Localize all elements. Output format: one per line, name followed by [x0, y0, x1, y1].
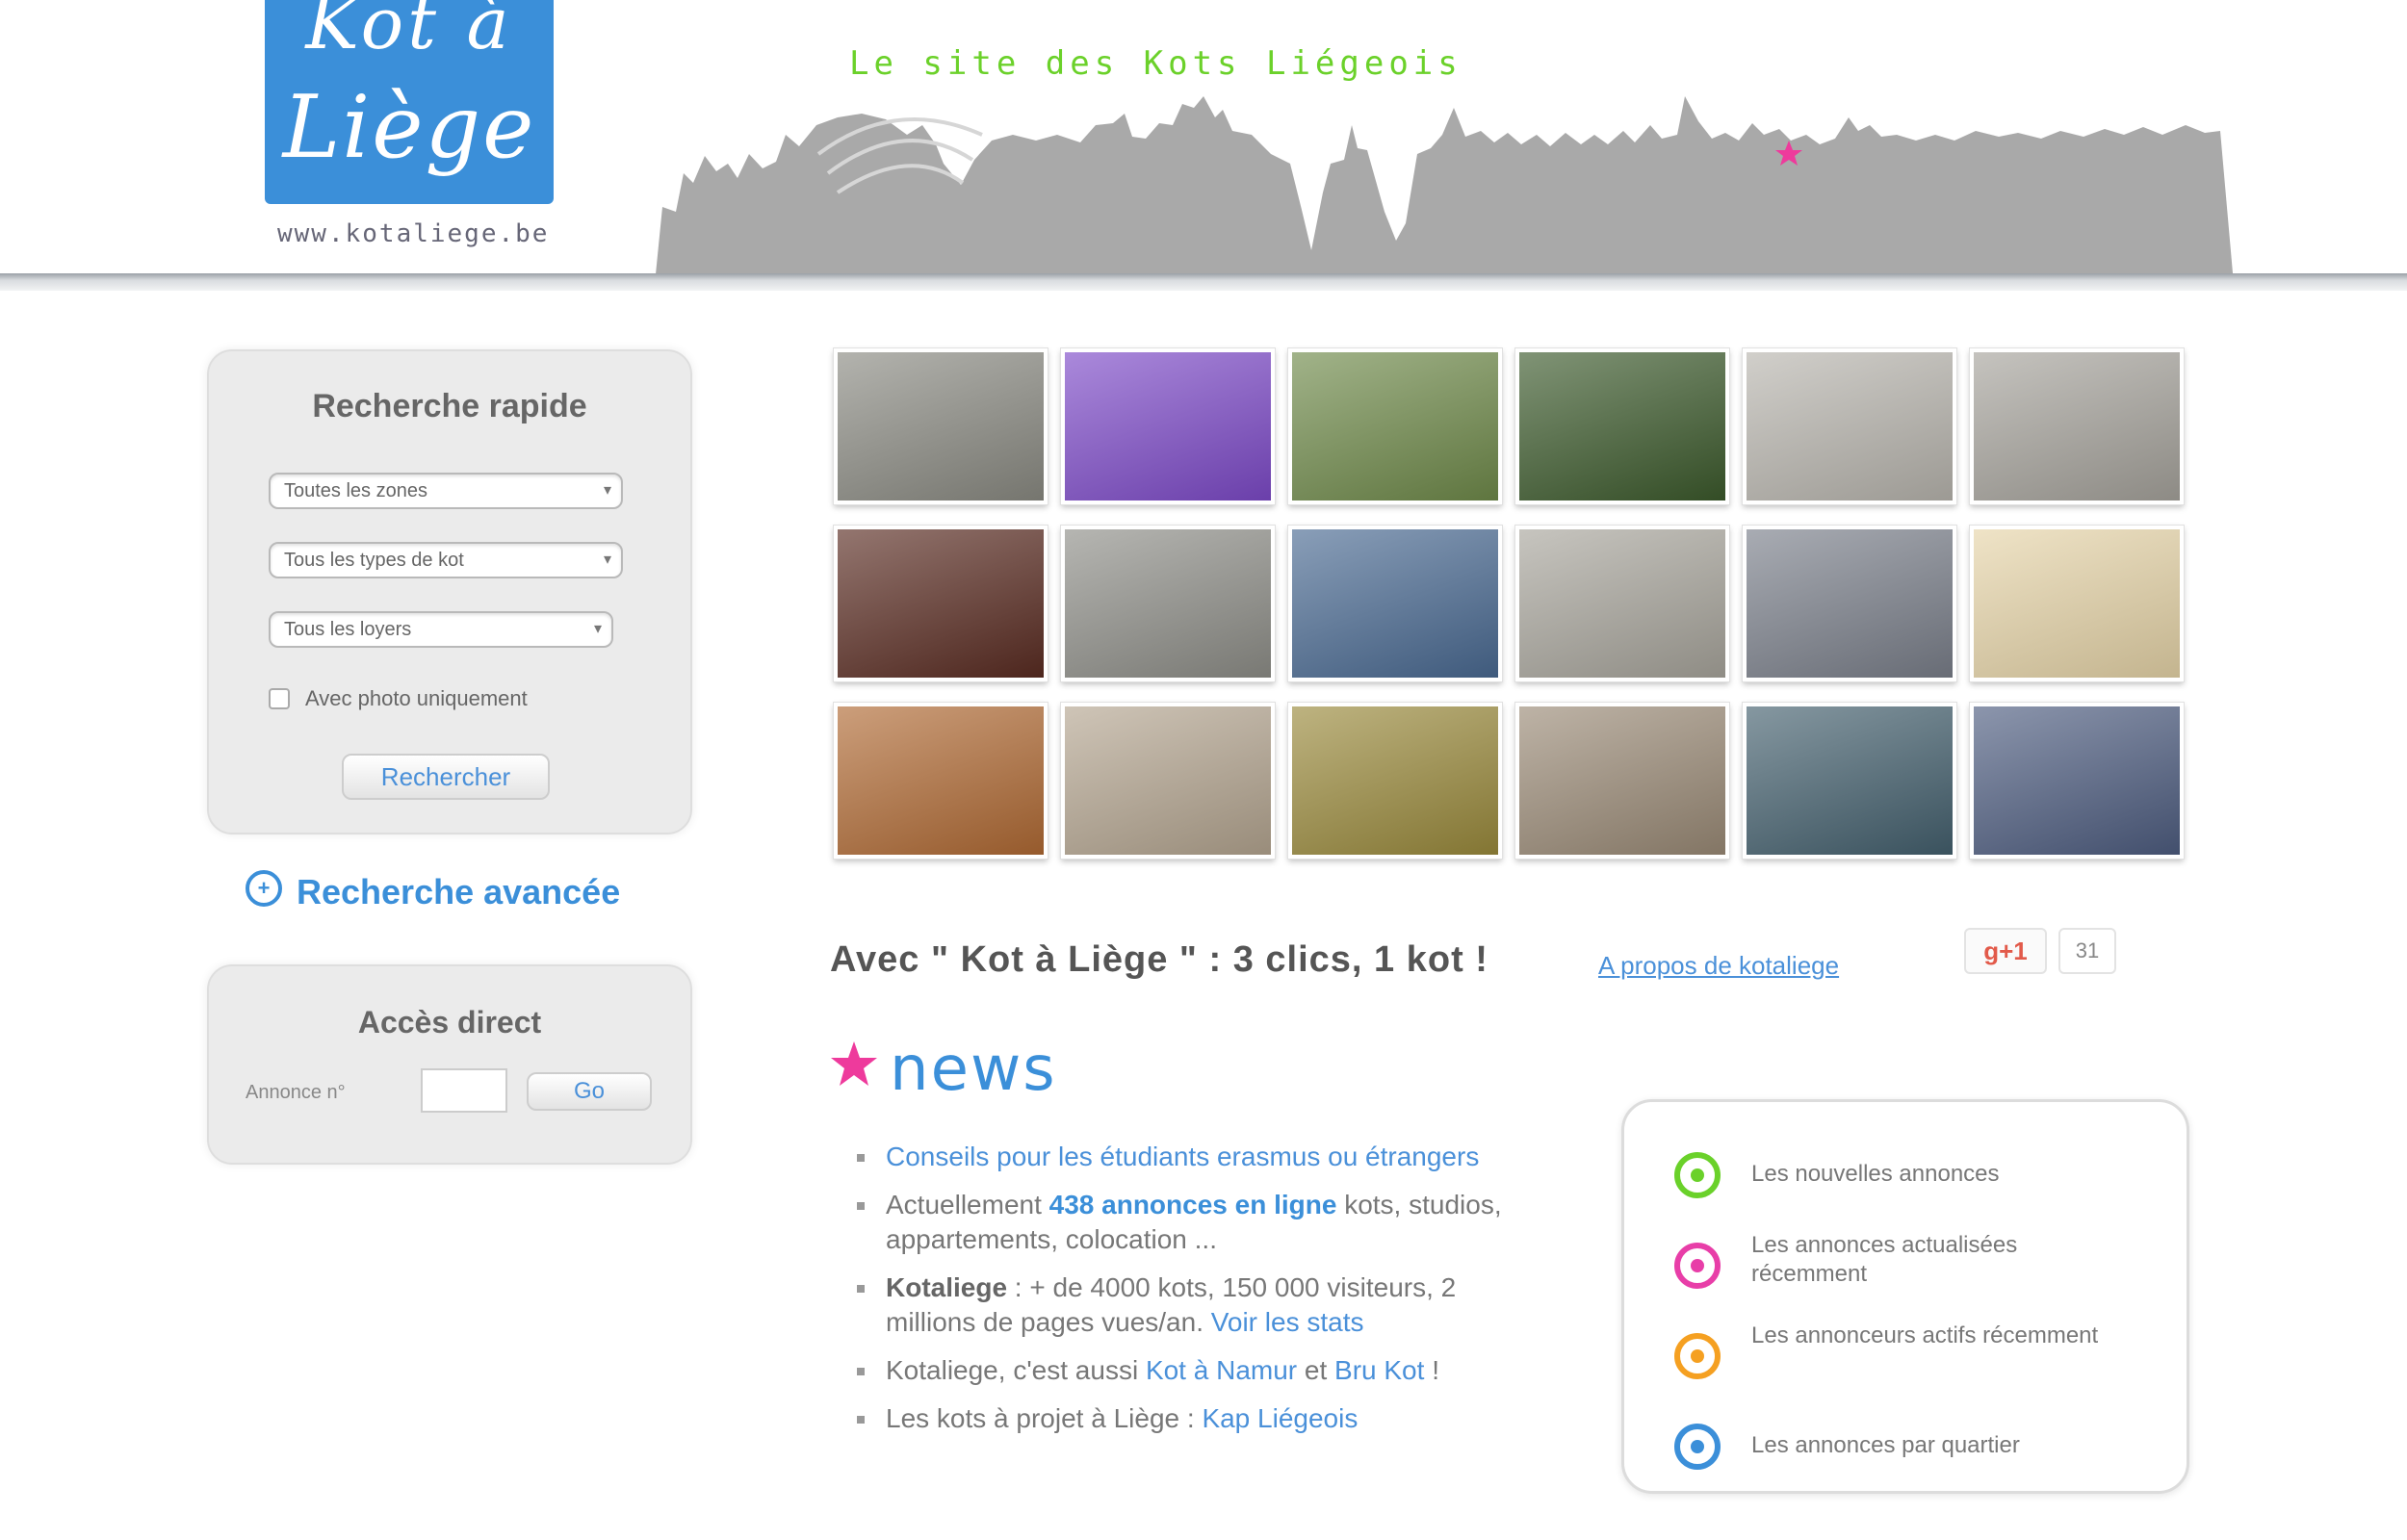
kot-photo-thumbnail[interactable]: [834, 526, 1048, 681]
site-tagline: Le site des Kots Liégeois: [849, 44, 1462, 83]
news-text: !: [1424, 1355, 1439, 1385]
kot-photo-thumbnail[interactable]: [1515, 703, 1729, 859]
updated-listings-link[interactable]: Les annonces actualisées récemment: [1751, 1231, 2136, 1289]
google-plus-button[interactable]: g+1: [1964, 928, 2047, 974]
news-list: Conseils pour les étudiants erasmus ou é…: [857, 1140, 1550, 1450]
advanced-search-link[interactable]: Recherche avancée: [297, 872, 620, 912]
kot-photo-thumbnail[interactable]: [834, 348, 1048, 504]
rent-select-value: Tous les loyers: [284, 619, 412, 640]
listings-by-district-link[interactable]: Les annonces par quartier: [1751, 1431, 2136, 1460]
news-text: Actuellement: [886, 1190, 1049, 1219]
about-link[interactable]: A propos de kotaliege: [1598, 951, 1839, 981]
logo-url: www.kotaliege.be: [277, 219, 550, 248]
kot-photo-thumbnail[interactable]: [1743, 348, 1956, 504]
kot-photo-thumbnail[interactable]: [1288, 703, 1502, 859]
kot-photo-thumbnail[interactable]: [834, 703, 1048, 859]
news-item: Kotaliege : + de 4000 kots, 150 000 visi…: [857, 1270, 1550, 1340]
kot-photo-grid: [834, 348, 2184, 860]
quick-search-title: Recherche rapide: [312, 388, 587, 424]
ad-number-input[interactable]: [421, 1068, 507, 1113]
new-listings-link[interactable]: Les nouvelles annonces: [1751, 1160, 2136, 1189]
zone-select[interactable]: Toutes les zones ▾: [269, 473, 623, 509]
zone-select-value: Toutes les zones: [284, 480, 427, 501]
kot-photo-thumbnail[interactable]: [1515, 348, 1729, 504]
kot-photo-thumbnail[interactable]: [1515, 526, 1729, 681]
logo-line-1: Kot à: [305, 0, 513, 65]
rent-select[interactable]: Tous les loyers ▾: [269, 611, 613, 648]
bru-kot-link[interactable]: Bru Kot: [1334, 1355, 1424, 1385]
stats-link[interactable]: Voir les stats: [1211, 1307, 1364, 1337]
news-text: Kotaliege: [886, 1272, 1008, 1302]
header-divider: [0, 273, 2407, 291]
go-button[interactable]: Go: [527, 1072, 652, 1111]
legend-box: Les nouvelles annonces Les annonces actu…: [1621, 1099, 2189, 1494]
new-listings-icon[interactable]: [1674, 1152, 1721, 1198]
news-text: Les kots à projet à Liège :: [886, 1403, 1203, 1433]
kot-photo-thumbnail[interactable]: [1970, 348, 2184, 504]
search-icon[interactable]: +: [246, 870, 282, 907]
news-item: Conseils pour les étudiants erasmus ou é…: [857, 1140, 1550, 1174]
direct-access-title: Accès direct: [357, 1005, 542, 1040]
kot-type-select-value: Tous les types de kot: [284, 550, 464, 571]
kap-liegeois-link[interactable]: Kap Liégeois: [1202, 1403, 1358, 1433]
kot-photo-thumbnail[interactable]: [1061, 703, 1275, 859]
quick-search-panel: Recherche rapide Toutes les zones ▾ Tous…: [207, 349, 692, 834]
listings-online-link[interactable]: 438 annonces en ligne: [1049, 1190, 1337, 1219]
active-advertisers-icon[interactable]: [1674, 1333, 1721, 1379]
slogan: Avec " Kot à Liège " : 3 clics, 1 kot !: [830, 939, 1488, 980]
news-text: Kotaliege, c'est aussi: [886, 1355, 1146, 1385]
kot-photo-thumbnail[interactable]: [1061, 526, 1275, 681]
kot-namur-link[interactable]: Kot à Namur: [1146, 1355, 1297, 1385]
kot-photo-thumbnail[interactable]: [1288, 526, 1502, 681]
photo-only-label: Avec photo uniquement: [305, 686, 528, 710]
chevron-down-icon: ▾: [603, 482, 611, 499]
kot-photo-thumbnail[interactable]: [1743, 526, 1956, 681]
kot-photo-thumbnail[interactable]: [1970, 703, 2184, 859]
kot-type-select[interactable]: Tous les types de kot ▾: [269, 542, 623, 578]
kot-photo-thumbnail[interactable]: [1288, 348, 1502, 504]
kot-photo-thumbnail[interactable]: [1061, 348, 1275, 504]
updated-listings-icon[interactable]: [1674, 1243, 1721, 1289]
logo-line-2: Liège: [282, 77, 536, 178]
liege-skyline-illustration: [655, 96, 2234, 284]
share-counter: 31: [2058, 928, 2116, 974]
kot-photo-thumbnail[interactable]: [1970, 526, 2184, 681]
star-icon: [831, 1041, 877, 1086]
site-logo[interactable]: Kot à Liège: [265, 0, 554, 204]
ad-number-label: Annonce n°: [246, 1082, 346, 1103]
news-item: Les kots à projet à Liège : Kap Liégeois: [857, 1401, 1550, 1436]
direct-access-panel: Accès direct Annonce n° Go: [207, 964, 692, 1165]
news-title: news: [890, 1034, 1057, 1105]
chevron-down-icon: ▾: [593, 621, 602, 637]
listings-by-district-icon[interactable]: [1674, 1424, 1721, 1470]
erasmus-advice-link[interactable]: Conseils pour les étudiants erasmus ou é…: [886, 1142, 1479, 1171]
active-advertisers-link[interactable]: Les annonceurs actifs récemment: [1751, 1322, 2136, 1350]
news-item: Kotaliege, c'est aussi Kot à Namur et Br…: [857, 1353, 1550, 1388]
search-button[interactable]: Rechercher: [342, 754, 550, 800]
kot-photo-thumbnail[interactable]: [1743, 703, 1956, 859]
news-item: Actuellement 438 annonces en ligne kots,…: [857, 1188, 1550, 1257]
photo-only-checkbox[interactable]: [269, 688, 290, 709]
chevron-down-icon: ▾: [603, 552, 611, 568]
news-text: et: [1297, 1355, 1335, 1385]
